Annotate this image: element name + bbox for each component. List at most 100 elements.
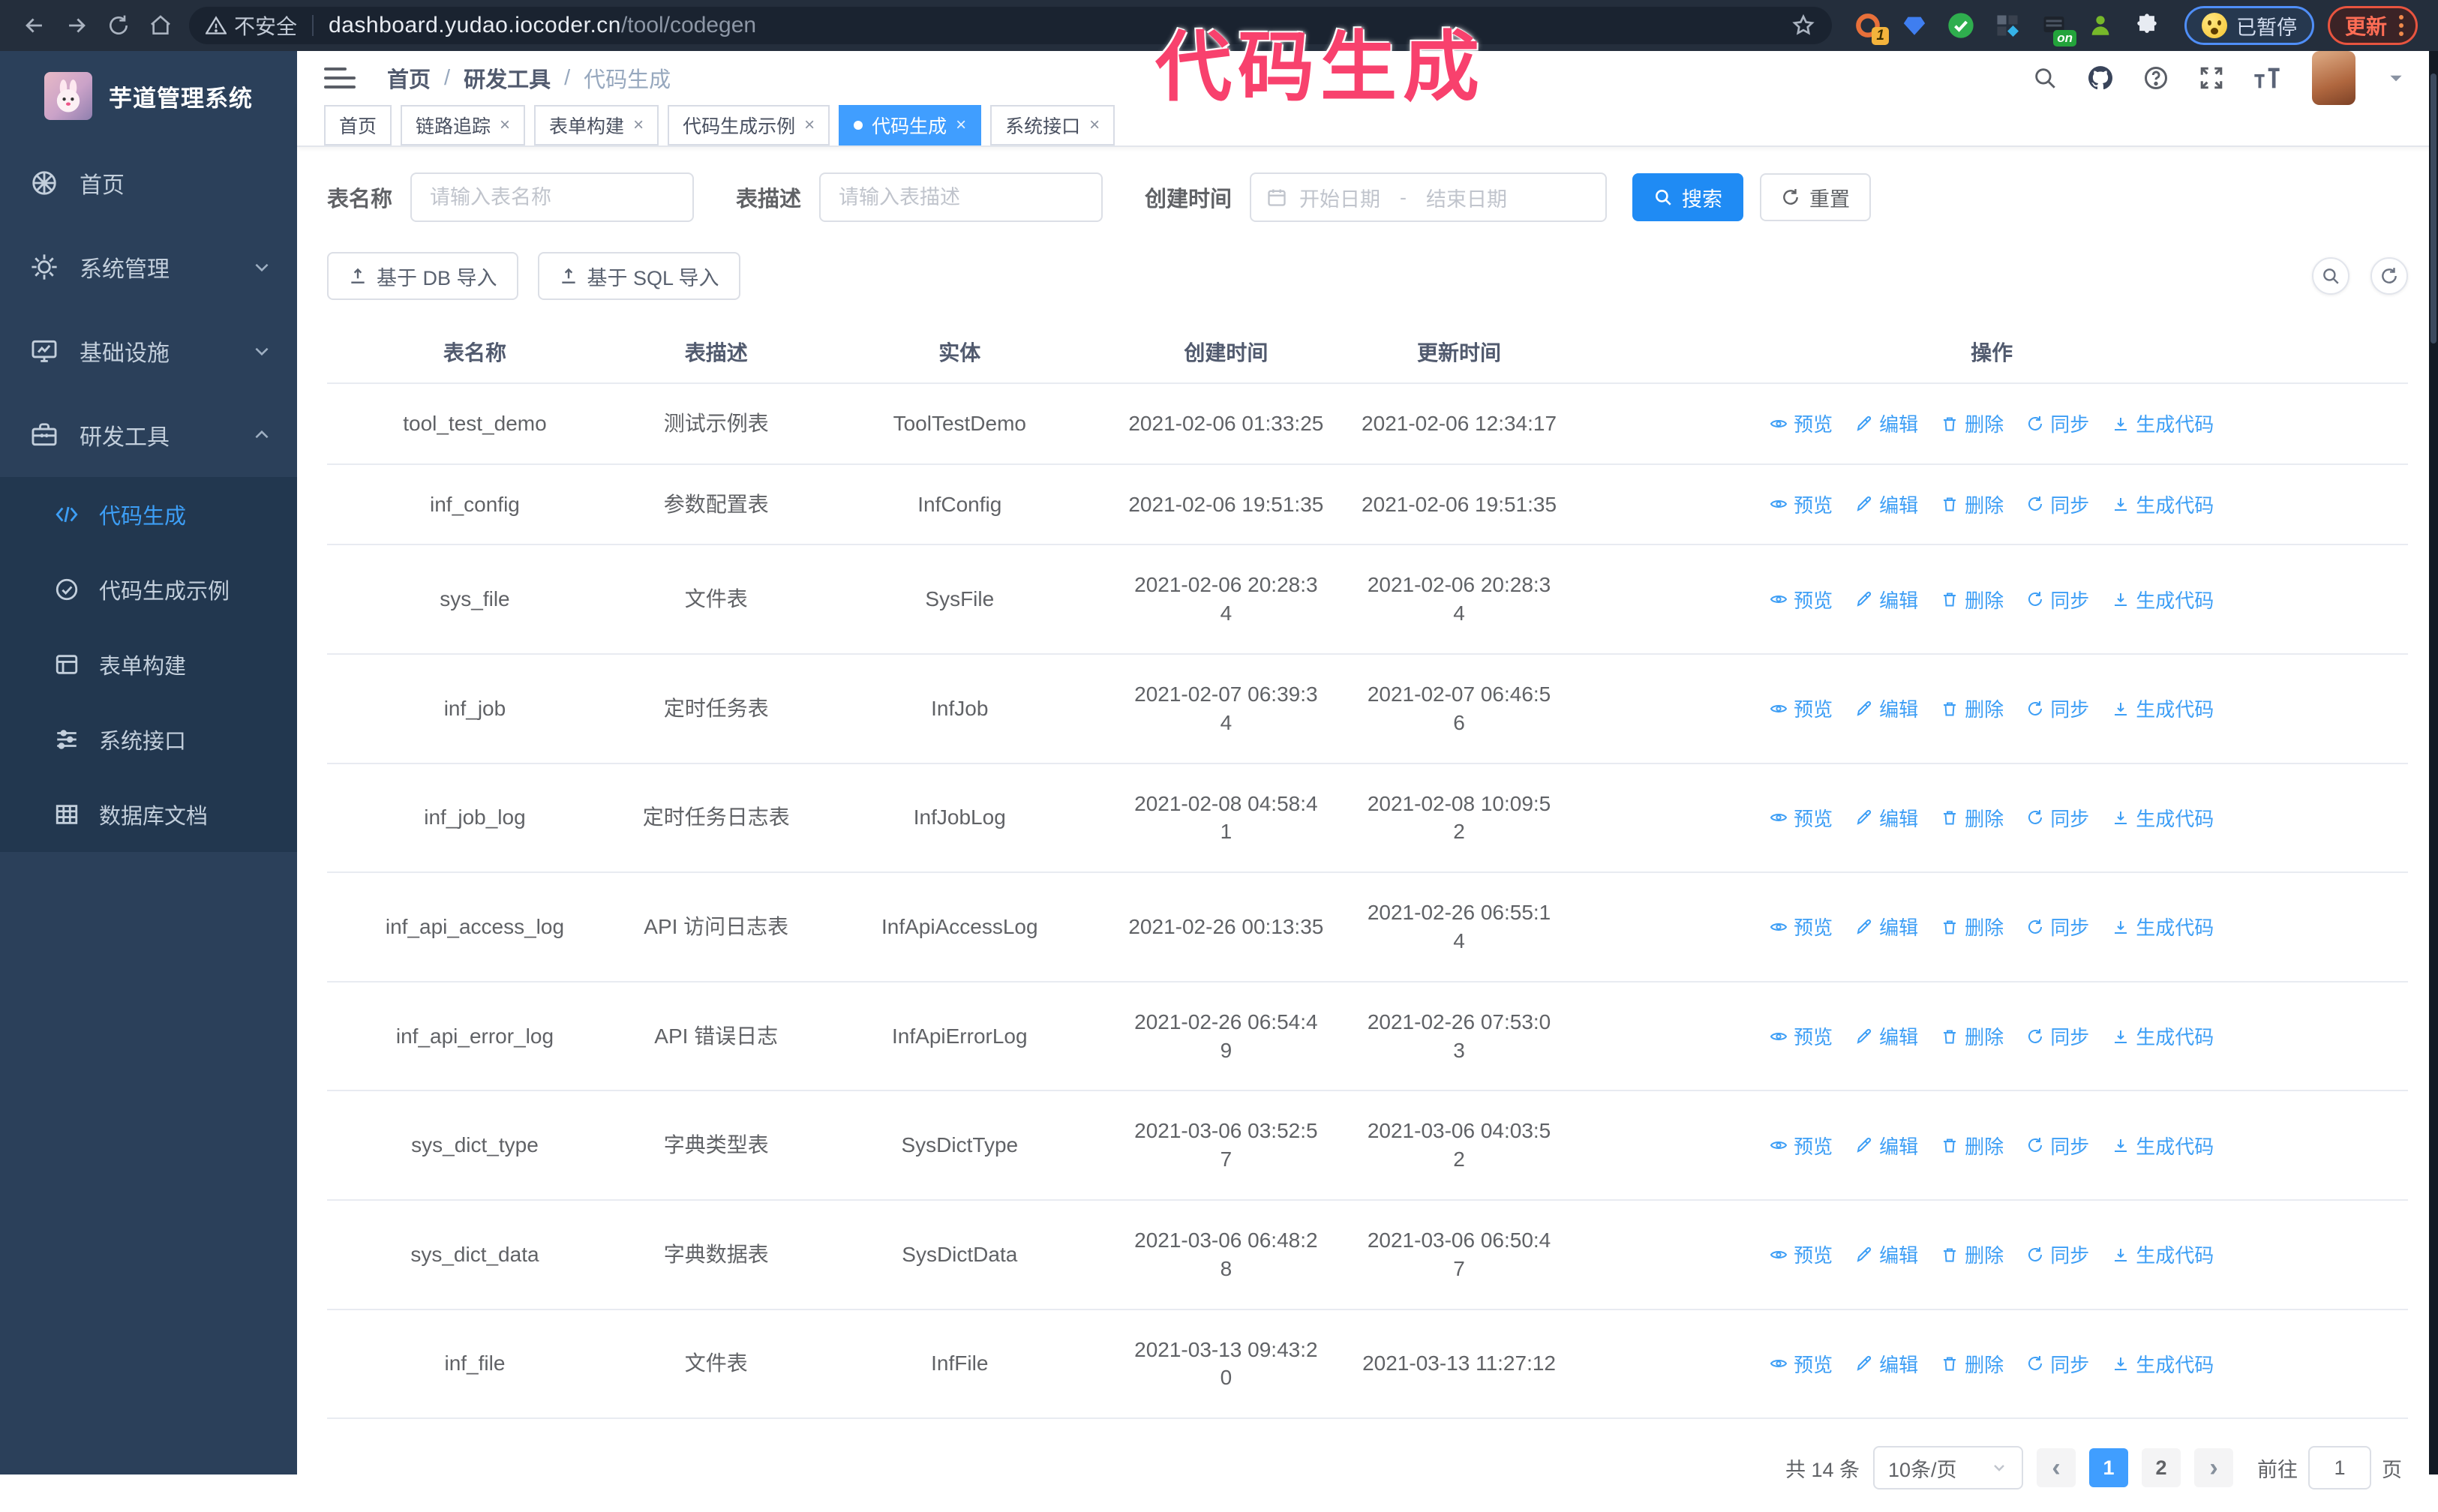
page-button-1[interactable]: 1	[2089, 1448, 2128, 1488]
table-row[interactable]: inf_job_log 定时任务日志表 InfJobLog 2021-02-08…	[327, 764, 2408, 874]
date-range-picker[interactable]: 开始日期 - 结束日期	[1250, 172, 1608, 222]
delete-link[interactable]: 删除	[1941, 1240, 2004, 1268]
sidebar-item-db-doc[interactable]: 数据库文档	[0, 777, 297, 852]
sync-link[interactable]: 同步	[2026, 1022, 2089, 1050]
next-page-button[interactable]: ›	[2194, 1448, 2233, 1488]
extension-grid-icon[interactable]	[1992, 10, 2022, 40]
preview-link[interactable]: 预览	[1770, 586, 1833, 614]
sync-link[interactable]: 同步	[2026, 586, 2089, 614]
paused-badge[interactable]: 已暂停	[2184, 6, 2314, 45]
browser-home-icon[interactable]	[140, 4, 182, 46]
table-row[interactable]: inf_api_access_log API 访问日志表 InfApiAcces…	[327, 873, 2408, 982]
edit-link[interactable]: 编辑	[1855, 804, 1918, 832]
browser-back-icon[interactable]	[14, 4, 56, 46]
breadcrumb-home[interactable]: 首页	[387, 62, 431, 94]
preview-link[interactable]: 预览	[1770, 913, 1833, 940]
delete-link[interactable]: 删除	[1941, 586, 2004, 614]
search-icon[interactable]	[2030, 63, 2060, 93]
help-icon[interactable]	[2141, 63, 2171, 93]
close-icon[interactable]: ×	[804, 115, 815, 136]
import-sql-button[interactable]: 基于 SQL 导入	[537, 252, 740, 300]
window-scrollbar[interactable]	[2429, 51, 2438, 1474]
generate-code-link[interactable]: 生成代码	[2112, 586, 2214, 614]
delete-link[interactable]: 删除	[1941, 694, 2004, 722]
delete-link[interactable]: 删除	[1941, 490, 2004, 518]
browser-menu-icon[interactable]	[2399, 15, 2404, 36]
reset-button[interactable]: 重置	[1760, 173, 1872, 221]
table-row[interactable]: inf_config 参数配置表 InfConfig 2021-02-06 19…	[327, 465, 2408, 546]
close-icon[interactable]: ×	[500, 115, 510, 136]
edit-link[interactable]: 编辑	[1855, 586, 1918, 614]
table-row[interactable]: tool_test_demo 测试示例表 ToolTestDemo 2021-0…	[327, 384, 2408, 465]
logo-row[interactable]: 芋道管理系统	[0, 51, 297, 141]
url-bar[interactable]: 不安全 dashboard.yudao.iocoder.cn /tool/cod…	[189, 7, 1832, 44]
extension-person-icon[interactable]	[2085, 10, 2115, 40]
sync-link[interactable]: 同步	[2026, 410, 2089, 437]
sync-link[interactable]: 同步	[2026, 913, 2089, 940]
preview-link[interactable]: 预览	[1770, 490, 1833, 518]
generate-code-link[interactable]: 生成代码	[2112, 1240, 2214, 1268]
extension-orange-icon[interactable]: 1	[1853, 10, 1889, 45]
extensions-puzzle-icon[interactable]	[2132, 10, 2162, 40]
browser-forward-icon[interactable]	[56, 4, 98, 46]
user-avatar[interactable]	[2312, 51, 2355, 105]
preview-link[interactable]: 预览	[1770, 694, 1833, 722]
extension-check-icon[interactable]	[1946, 10, 1976, 40]
generate-code-link[interactable]: 生成代码	[2112, 694, 2214, 722]
sync-link[interactable]: 同步	[2026, 1132, 2089, 1160]
edit-link[interactable]: 编辑	[1855, 1022, 1918, 1050]
table-row[interactable]: inf_file 文件表 InfFile 2021-03-13 09:43:2 …	[327, 1310, 2408, 1420]
delete-link[interactable]: 删除	[1941, 1132, 2004, 1160]
close-icon[interactable]: ×	[1089, 115, 1100, 136]
sidebar-item-codegen-example[interactable]: 代码生成示例	[0, 552, 297, 627]
refresh-table-button[interactable]	[2370, 257, 2408, 295]
preview-link[interactable]: 预览	[1770, 410, 1833, 437]
extension-on-icon[interactable]: on	[2039, 10, 2076, 46]
sidebar-item-codegen[interactable]: 代码生成	[0, 477, 297, 552]
preview-link[interactable]: 预览	[1770, 1132, 1833, 1160]
generate-code-link[interactable]: 生成代码	[2112, 410, 2214, 437]
generate-code-link[interactable]: 生成代码	[2112, 913, 2214, 940]
preview-link[interactable]: 预览	[1770, 1350, 1833, 1378]
toggle-search-button[interactable]	[2312, 257, 2349, 295]
generate-code-link[interactable]: 生成代码	[2112, 804, 2214, 832]
close-icon[interactable]: ×	[633, 115, 644, 136]
sidebar-item-system-api[interactable]: 系统接口	[0, 702, 297, 777]
table-row[interactable]: sys_dict_data 字典数据表 SysDictData 2021-03-…	[327, 1201, 2408, 1310]
tab-home[interactable]: 首页	[324, 105, 392, 146]
sync-link[interactable]: 同步	[2026, 490, 2089, 518]
table-desc-input[interactable]	[819, 172, 1103, 222]
collapse-sidebar-icon[interactable]	[324, 63, 357, 93]
edit-link[interactable]: 编辑	[1855, 490, 1918, 518]
page-size-select[interactable]: 10条/页	[1873, 1446, 2023, 1490]
sync-link[interactable]: 同步	[2026, 804, 2089, 832]
delete-link[interactable]: 删除	[1941, 804, 2004, 832]
tab-form-builder[interactable]: 表单构建 ×	[534, 105, 659, 146]
prev-page-button[interactable]: ‹	[2037, 1448, 2076, 1488]
fullscreen-icon[interactable]	[2196, 63, 2226, 93]
update-button[interactable]: 更新	[2328, 6, 2418, 45]
sync-link[interactable]: 同步	[2026, 1240, 2089, 1268]
breadcrumb-group[interactable]: 研发工具	[464, 62, 551, 94]
bookmark-star-icon[interactable]	[1791, 14, 1815, 38]
browser-reload-icon[interactable]	[98, 4, 140, 46]
page-button-2[interactable]: 2	[2142, 1448, 2181, 1488]
preview-link[interactable]: 预览	[1770, 1022, 1833, 1050]
table-row[interactable]: inf_api_error_log API 错误日志 InfApiErrorLo…	[327, 982, 2408, 1092]
table-row[interactable]: sys_file 文件表 SysFile 2021-02-06 20:28:3 …	[327, 545, 2408, 655]
tab-system-api[interactable]: 系统接口 ×	[990, 105, 1115, 146]
delete-link[interactable]: 删除	[1941, 410, 2004, 437]
sync-link[interactable]: 同步	[2026, 1350, 2089, 1378]
edit-link[interactable]: 编辑	[1855, 1240, 1918, 1268]
generate-code-link[interactable]: 生成代码	[2112, 1132, 2214, 1160]
extension-gem-icon[interactable]	[1899, 10, 1929, 40]
sidebar-item-devtools[interactable]: 研发工具	[0, 393, 297, 477]
tab-codegen[interactable]: 代码生成 ×	[839, 105, 982, 146]
generate-code-link[interactable]: 生成代码	[2112, 1022, 2214, 1050]
search-button[interactable]: 搜索	[1632, 173, 1744, 221]
table-row[interactable]: sys_dict_type 字典类型表 SysDictType 2021-03-…	[327, 1091, 2408, 1201]
edit-link[interactable]: 编辑	[1855, 410, 1918, 437]
preview-link[interactable]: 预览	[1770, 1240, 1833, 1268]
edit-link[interactable]: 编辑	[1855, 1132, 1918, 1160]
generate-code-link[interactable]: 生成代码	[2112, 1350, 2214, 1378]
